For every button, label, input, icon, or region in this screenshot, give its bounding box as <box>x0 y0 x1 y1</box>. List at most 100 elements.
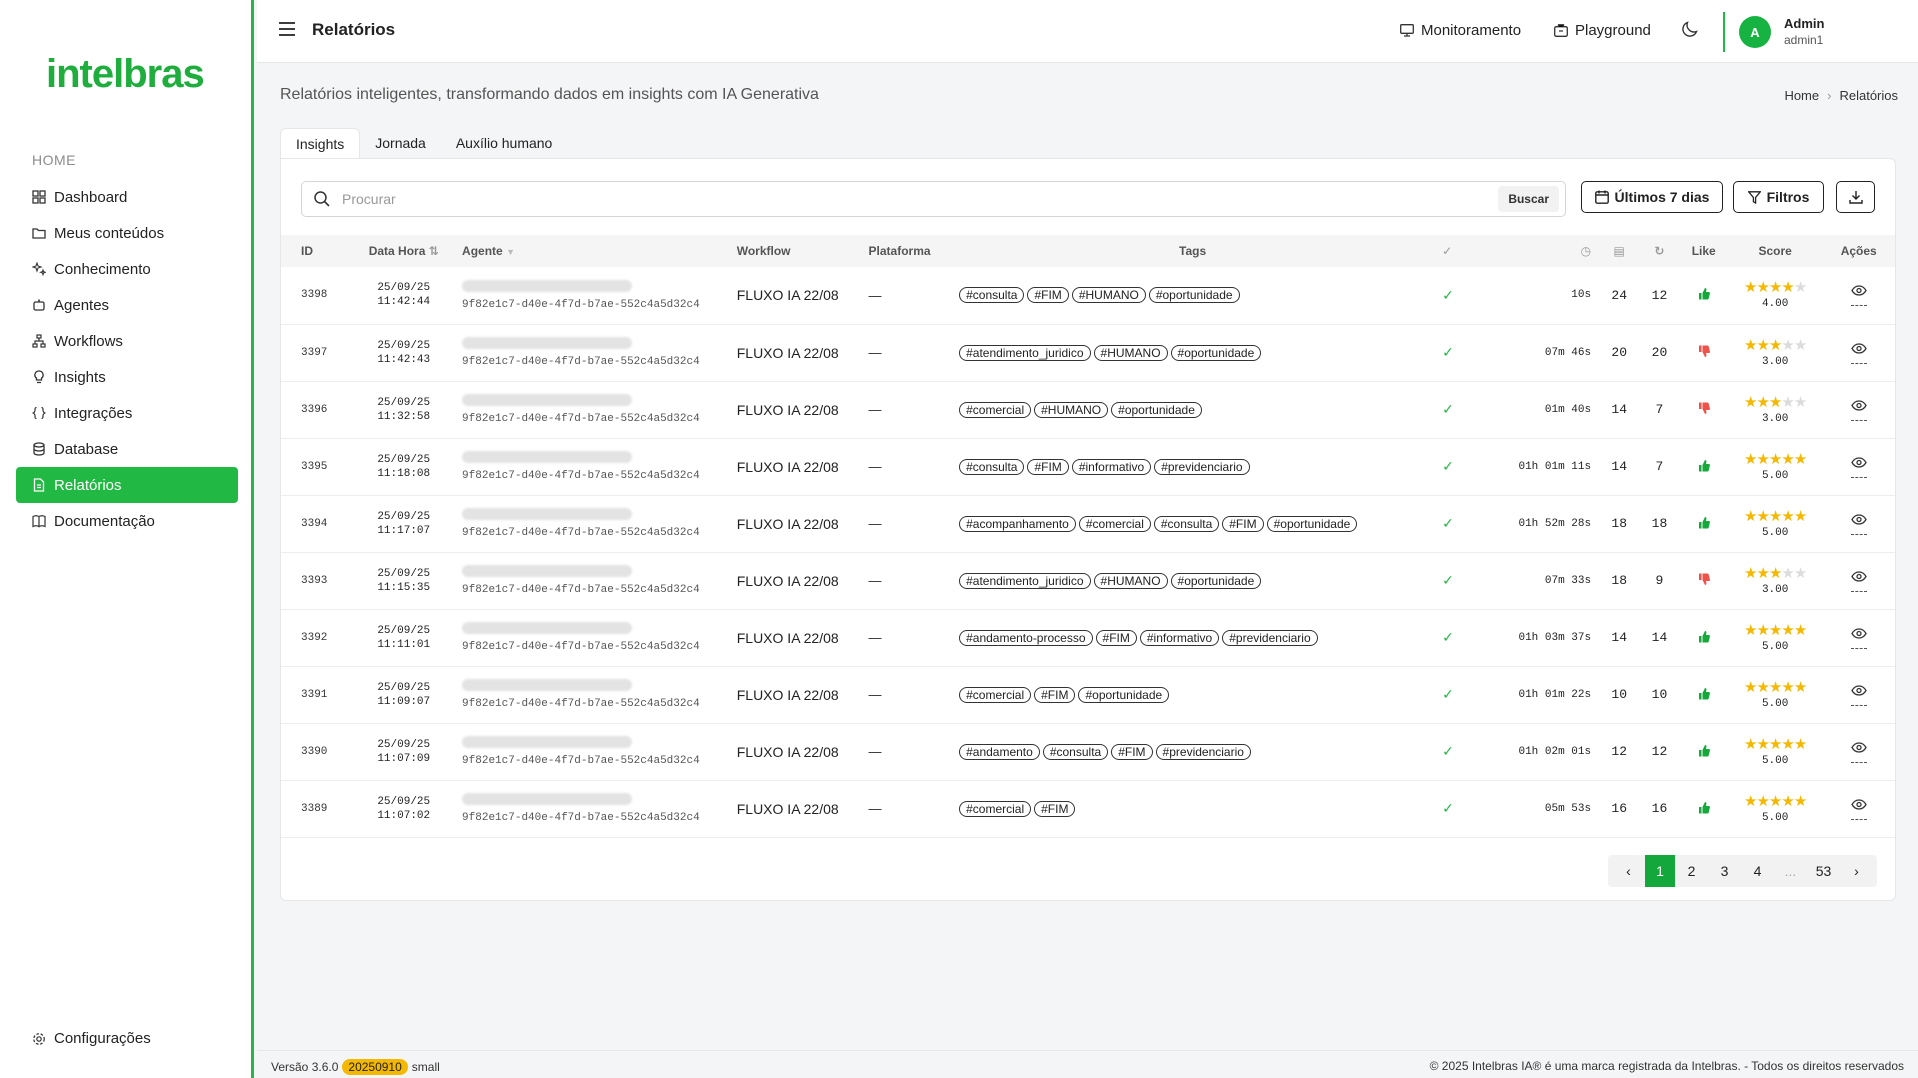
breadcrumb-home[interactable]: Home <box>1784 88 1819 103</box>
col-duration[interactable]: ◷ <box>1470 235 1599 267</box>
tag-chip[interactable]: #consulta <box>1153 515 1220 532</box>
page-2[interactable]: 2 <box>1675 855 1708 887</box>
settings-link[interactable]: Configurações <box>32 1030 151 1047</box>
dark-mode-icon[interactable] <box>1681 20 1699 41</box>
tag-chip[interactable]: #acompanhamento <box>959 515 1076 532</box>
tag-chip[interactable]: #atendimento_juridico <box>959 344 1091 361</box>
page-1[interactable]: 1 <box>1645 855 1675 887</box>
col-workflow[interactable]: Workflow <box>729 235 861 267</box>
sidebar-item-database[interactable]: Database <box>16 431 238 467</box>
view-eye-icon[interactable] <box>1850 456 1867 478</box>
table-row[interactable]: 3391 25/09/25 11:09:07 9f82e1c7-d40e-4f7d… <box>281 666 1895 724</box>
sidebar-item-agentes[interactable]: Agentes <box>16 287 238 323</box>
tag-chip[interactable]: #FIM <box>1034 686 1076 703</box>
sidebar-item-documentacao[interactable]: Documentação <box>16 503 238 539</box>
tag-chip[interactable]: #FIM <box>1027 458 1069 475</box>
table-row[interactable]: 3392 25/09/25 11:11:01 9f82e1c7-d40e-4f7d… <box>281 609 1895 667</box>
table-row[interactable]: 3394 25/09/25 11:17:07 9f82e1c7-d40e-4f7d… <box>281 495 1895 553</box>
col-date[interactable]: Data Hora ⇅ <box>353 235 454 267</box>
sidebar-item-integracoes[interactable]: Integrações <box>16 395 238 431</box>
table-row[interactable]: 3393 25/09/25 11:15:35 9f82e1c7-d40e-4f7d… <box>281 552 1895 610</box>
menu-icon[interactable] <box>279 22 295 39</box>
intelbras-logo[interactable]: intelbras <box>46 52 205 97</box>
tag-chip[interactable]: #FIM <box>1222 515 1264 532</box>
tag-chip[interactable]: #informativo <box>1071 458 1152 475</box>
tag-chip[interactable]: #consulta <box>959 287 1025 304</box>
tag-chip[interactable]: #oportunidade <box>1170 572 1262 589</box>
sidebar-item-relatorios[interactable]: Relatórios <box>16 467 238 503</box>
tag-chip[interactable]: #oportunidade <box>1170 344 1262 361</box>
view-eye-icon[interactable] <box>1850 513 1867 535</box>
page-3[interactable]: 3 <box>1708 855 1741 887</box>
tag-chip[interactable]: #comercial <box>959 401 1032 418</box>
tag-chip[interactable]: #informativo <box>1139 629 1220 646</box>
tab-insights[interactable]: Insights <box>280 128 361 158</box>
col-turns[interactable]: ↻ <box>1639 235 1679 267</box>
tag-chip[interactable]: #atendimento_juridico <box>959 572 1091 589</box>
tag-chip[interactable]: #HUMANO <box>1071 287 1146 304</box>
tag-chip[interactable]: #oportunidade <box>1266 515 1358 532</box>
date-range-button[interactable]: Últimos 7 dias <box>1581 181 1723 213</box>
prev-page-icon[interactable]: ‹ <box>1612 855 1645 887</box>
table-row[interactable]: 3389 25/09/25 11:07:02 9f82e1c7-d40e-4f7d… <box>281 780 1895 838</box>
sidebar-item-dashboard[interactable]: Dashboard <box>16 179 238 215</box>
search-button[interactable]: Buscar <box>1498 186 1559 212</box>
view-eye-icon[interactable] <box>1850 741 1867 763</box>
tag-chip[interactable]: #oportunidade <box>1111 401 1202 418</box>
download-button[interactable] <box>1836 181 1875 213</box>
filters-button[interactable]: Filtros <box>1733 181 1824 213</box>
col-like[interactable]: Like <box>1680 235 1728 267</box>
table-row[interactable]: 3395 25/09/25 11:18:08 9f82e1c7-d40e-4f7d… <box>281 438 1895 496</box>
tag-chip[interactable]: #HUMANO <box>1093 572 1168 589</box>
table-row[interactable]: 3397 25/09/25 11:42:43 9f82e1c7-d40e-4f7d… <box>281 324 1895 382</box>
tag-chip[interactable]: #andamento-processo <box>959 629 1093 646</box>
avatar[interactable]: A <box>1739 16 1771 48</box>
playground-link[interactable]: Playground <box>1554 22 1651 39</box>
tag-chip[interactable]: #comercial <box>1078 515 1151 532</box>
page-4[interactable]: 4 <box>1741 855 1774 887</box>
sidebar-item-workflows[interactable]: Workflows <box>16 323 238 359</box>
tag-chip[interactable]: #previdenciario <box>1155 743 1251 760</box>
col-messages[interactable]: ▤ <box>1599 235 1639 267</box>
view-eye-icon[interactable] <box>1850 570 1867 592</box>
tag-chip[interactable]: #HUMANO <box>1034 401 1109 418</box>
table-row[interactable]: 3398 25/09/25 11:42:44 9f82e1c7-d40e-4f7d… <box>281 267 1895 325</box>
view-eye-icon[interactable] <box>1850 798 1867 820</box>
tag-chip[interactable]: #previdenciario <box>1154 458 1250 475</box>
col-id[interactable]: ID <box>281 235 353 267</box>
col-score[interactable]: Score <box>1728 235 1823 267</box>
tag-chip[interactable]: #consulta <box>1042 743 1109 760</box>
table-row[interactable]: 3390 25/09/25 11:07:09 9f82e1c7-d40e-4f7d… <box>281 723 1895 781</box>
search-input[interactable] <box>342 191 1499 207</box>
tag-chip[interactable]: #comercial <box>959 800 1032 817</box>
tag-chip[interactable]: #oportunidade <box>1148 287 1240 304</box>
next-page-icon[interactable]: › <box>1840 855 1873 887</box>
view-eye-icon[interactable] <box>1850 684 1867 706</box>
view-eye-icon[interactable] <box>1850 399 1867 421</box>
tag-chip[interactable]: #FIM <box>1034 800 1076 817</box>
view-eye-icon[interactable] <box>1850 284 1867 307</box>
tag-chip[interactable]: #comercial <box>959 686 1032 703</box>
col-tags[interactable]: Tags <box>951 235 1434 267</box>
tag-chip[interactable]: #previdenciario <box>1222 629 1318 646</box>
col-status[interactable]: ✓ <box>1434 235 1470 267</box>
monitoring-link[interactable]: Monitoramento <box>1400 22 1521 39</box>
sidebar-item-insights[interactable]: Insights <box>16 359 238 395</box>
tab-jornada[interactable]: Jornada <box>360 128 441 158</box>
sidebar-item-meus-conteudos[interactable]: Meus conteúdos <box>16 215 238 251</box>
tag-chip[interactable]: #consulta <box>959 458 1025 475</box>
page-last[interactable]: 53 <box>1807 855 1840 887</box>
tag-chip[interactable]: #FIM <box>1111 743 1153 760</box>
sidebar-item-conhecimento[interactable]: Conhecimento <box>16 251 238 287</box>
tag-chip[interactable]: #oportunidade <box>1078 686 1170 703</box>
tag-chip[interactable]: #FIM <box>1095 629 1137 646</box>
table-row[interactable]: 3396 25/09/25 11:32:58 9f82e1c7-d40e-4f7d… <box>281 381 1895 439</box>
tag-chip[interactable]: #andamento <box>959 743 1040 760</box>
tag-chip[interactable]: #HUMANO <box>1093 344 1168 361</box>
col-agent[interactable]: Agente ▼ <box>454 235 729 267</box>
tag-chip[interactable]: #FIM <box>1027 287 1069 304</box>
view-eye-icon[interactable] <box>1850 627 1867 649</box>
view-eye-icon[interactable] <box>1850 342 1867 364</box>
tab-auxilio-humano[interactable]: Auxílio humano <box>441 128 568 158</box>
col-platform[interactable]: Plataforma <box>861 235 952 267</box>
